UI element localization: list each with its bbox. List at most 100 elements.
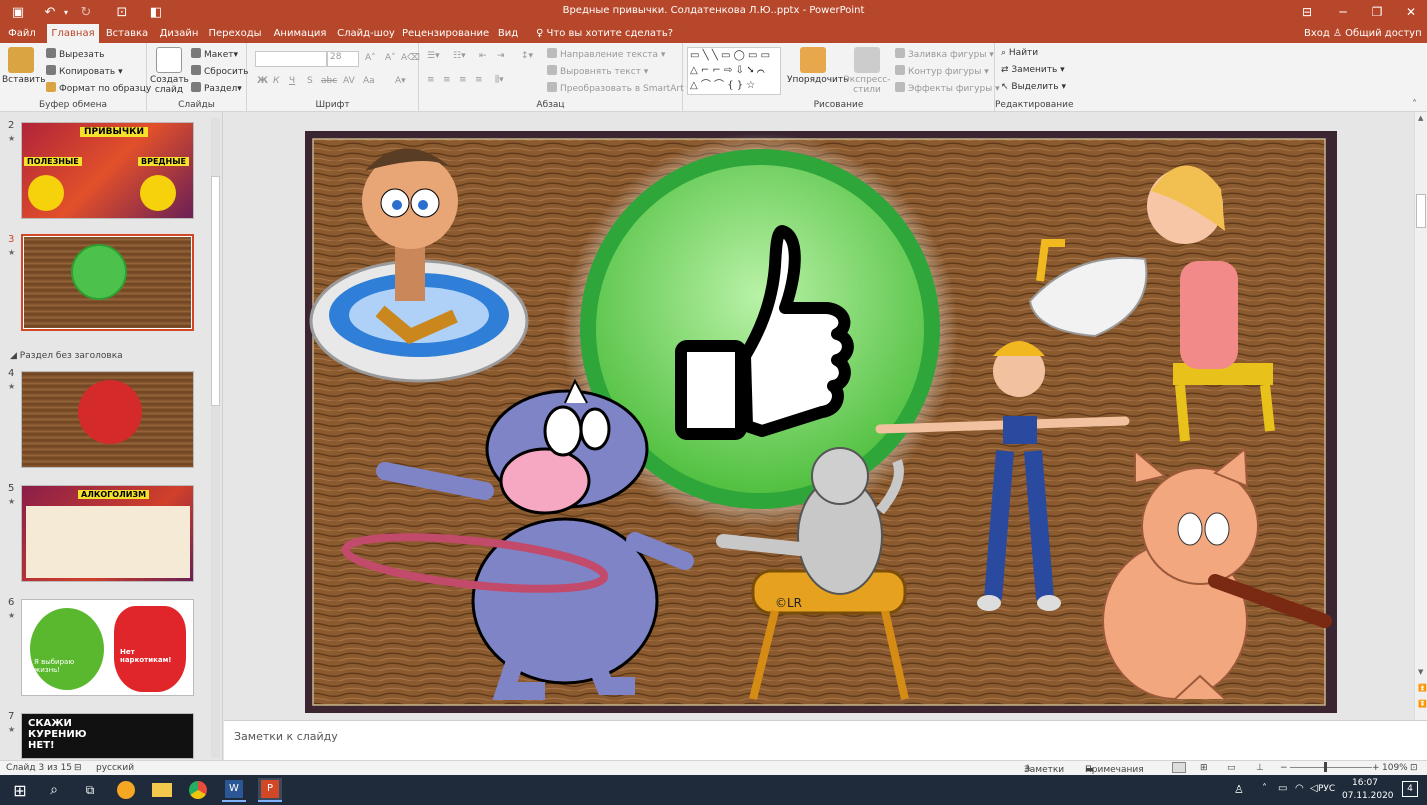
normal-view-icon[interactable] [1172, 762, 1186, 773]
bold-button[interactable]: Ж [257, 76, 268, 86]
tab-home[interactable]: Главная [47, 24, 99, 43]
cut-button[interactable]: Вырезать [46, 48, 104, 60]
shapes-gallery[interactable]: ▭ ╲ ╲ ▭ ◯ ▭ ▭ △ ⌐ ⌐ ⇨ ⇩ ⭨ ⌒ △ ⌒ ⌒ { } ☆ [687, 47, 781, 95]
slide-thumbnail-4[interactable] [21, 371, 194, 468]
increase-font-icon[interactable]: A˄ [365, 53, 376, 63]
change-case-button[interactable]: Aa [363, 76, 375, 86]
slide-thumbnail-2[interactable]: ПРИВЫЧКИ ПОЛЕЗНЫЕ ВРЕДНЫЕ [21, 122, 194, 219]
scrollbar-thumb[interactable] [1416, 194, 1426, 228]
slide-sorter-icon[interactable]: ⊞ [1200, 763, 1208, 773]
tab-design[interactable]: Дизайн [157, 24, 201, 43]
tab-animation[interactable]: Анимация [270, 24, 330, 43]
zoom-slider[interactable] [1290, 767, 1372, 768]
select-button[interactable]: ↖ Выделить ▾ [1001, 82, 1066, 92]
section-button[interactable]: Раздел▾ [191, 82, 242, 94]
justify-icon[interactable]: ≡ [475, 75, 483, 85]
tab-insert[interactable]: Вставка [104, 24, 150, 43]
decrease-font-icon[interactable]: A˅ [385, 53, 396, 63]
font-color-icon[interactable]: A▾ [395, 76, 406, 86]
reading-view-icon[interactable]: ▭ [1227, 763, 1236, 773]
zoom-in-icon[interactable]: + [1372, 763, 1380, 773]
char-spacing-button[interactable]: AV [343, 76, 355, 86]
bullets-icon[interactable]: ☰▾ [427, 51, 440, 61]
scroll-up-icon[interactable]: ▲ [1418, 114, 1423, 122]
quick-styles-button[interactable]: Экспресс-стили [843, 47, 891, 95]
decrease-indent-icon[interactable]: ⇤ [479, 51, 487, 61]
copy-button[interactable]: Копировать ▾ [46, 65, 123, 77]
chrome-icon[interactable] [186, 778, 210, 802]
tell-me-input[interactable]: ♀ Что вы хотите сделать? [536, 24, 673, 43]
minimize-button[interactable]: ─ [1326, 0, 1360, 24]
increase-indent-icon[interactable]: ⇥ [497, 51, 505, 61]
close-button[interactable]: ✕ [1394, 0, 1427, 24]
collapse-ribbon-icon[interactable]: ˄ [1412, 99, 1417, 110]
slide-thumbnail-6[interactable]: Я выбираю жизнь! Нет наркотикам! [21, 599, 194, 696]
shape-outline-button[interactable]: Контур фигуры ▾ [895, 65, 989, 77]
slide-canvas[interactable]: ©LR [305, 131, 1337, 713]
align-center-icon[interactable]: ≡ [443, 75, 451, 85]
slide-thumbnail-7[interactable]: СКАЖИ КУРЕНИЮ НЕТ! [21, 713, 194, 759]
share-button[interactable]: ♙ Общий доступ [1333, 24, 1422, 43]
slide-vertical-scrollbar[interactable]: ▲ ▼ ⏫ ⏬ [1414, 112, 1427, 720]
shadow-button[interactable]: S [307, 76, 313, 86]
tab-view[interactable]: Вид [493, 24, 523, 43]
volume-icon[interactable]: ◁ [1310, 783, 1318, 794]
windows-start-icon[interactable]: ⊞ [8, 778, 32, 802]
numbering-icon[interactable]: ☷▾ [453, 51, 466, 61]
font-name-select[interactable] [255, 51, 327, 67]
align-left-icon[interactable]: ≡ [427, 75, 435, 85]
scroll-down-icon[interactable]: ▼ [1418, 668, 1423, 676]
file-explorer-icon[interactable] [150, 778, 174, 802]
slideshow-view-icon[interactable]: ⊥ [1256, 763, 1264, 773]
italic-button[interactable]: К [273, 76, 279, 86]
clock-time[interactable]: 16:07 [1352, 778, 1378, 788]
paste-button[interactable]: Вставить [2, 47, 46, 85]
slide-thumbnail-5[interactable]: АЛКОГОЛИЗМ [21, 485, 194, 582]
new-slide-button[interactable]: Создать слайд [150, 47, 189, 95]
clear-format-icon[interactable]: A⌫ [401, 53, 420, 63]
word-icon[interactable]: W [222, 778, 246, 802]
ribbon-display-icon[interactable]: ⊟ [1290, 0, 1324, 24]
strikethrough-button[interactable]: abc [321, 76, 337, 86]
fit-to-window-icon[interactable]: ⊡ [1410, 763, 1418, 773]
align-right-icon[interactable]: ≡ [459, 75, 467, 85]
next-slide-icon[interactable]: ⏬ [1418, 700, 1427, 708]
scrollbar-thumb[interactable] [211, 176, 220, 406]
powerpoint-icon[interactable]: P [258, 778, 282, 802]
section-header[interactable]: ◢ Раздел без заголовка [10, 351, 123, 361]
format-painter-button[interactable]: Формат по образцу [46, 82, 151, 94]
columns-icon[interactable]: ⫼▾ [495, 75, 504, 85]
tab-review[interactable]: Рецензирование [402, 24, 489, 43]
text-direction-button[interactable]: Направление текста ▾ [547, 48, 665, 60]
spellcheck-icon[interactable]: ⊟ [74, 763, 82, 773]
network-icon[interactable]: ▭ [1278, 783, 1287, 794]
tab-transitions[interactable]: Переходы [207, 24, 263, 43]
previous-slide-icon[interactable]: ⏫ [1418, 684, 1427, 692]
shape-effects-button[interactable]: Эффекты фигуры ▾ [895, 82, 1000, 94]
align-text-button[interactable]: Выровнять текст ▾ [547, 65, 648, 77]
line-spacing-icon[interactable]: ↕▾ [521, 51, 533, 61]
replace-button[interactable]: ⇄ Заменить ▾ [1001, 65, 1065, 75]
reset-button[interactable]: Сбросить [191, 65, 248, 77]
language-indicator[interactable]: русский [96, 763, 134, 773]
tab-file[interactable]: Файл [0, 24, 44, 43]
tray-chevron-icon[interactable]: ˄ [1262, 783, 1267, 794]
font-size-select[interactable]: 28 [327, 51, 359, 67]
input-language[interactable]: РУС [1318, 784, 1335, 794]
slide-thumbnail-3[interactable] [21, 234, 194, 331]
tab-slideshow[interactable]: Слайд-шоу [337, 24, 395, 43]
clock-date[interactable]: 07.11.2020 [1342, 791, 1394, 801]
maximize-button[interactable]: ❐ [1360, 0, 1394, 24]
sign-in-link[interactable]: Вход [1304, 24, 1330, 43]
find-button[interactable]: ⌕ Найти [1001, 48, 1038, 58]
zoom-out-icon[interactable]: − [1280, 763, 1288, 773]
shape-fill-button[interactable]: Заливка фигуры ▾ [895, 48, 994, 60]
underline-button[interactable]: Ч [289, 76, 295, 86]
search-icon[interactable]: ⌕ [42, 778, 66, 802]
yandex-browser-icon[interactable] [114, 778, 138, 802]
layout-button[interactable]: Макет▾ [191, 48, 238, 60]
zoom-level[interactable]: 109% [1382, 763, 1408, 773]
arrange-button[interactable]: Упорядочить [787, 47, 848, 85]
wifi-icon[interactable]: ◠ [1295, 783, 1304, 794]
task-view-icon[interactable]: ⧉ [78, 778, 102, 802]
